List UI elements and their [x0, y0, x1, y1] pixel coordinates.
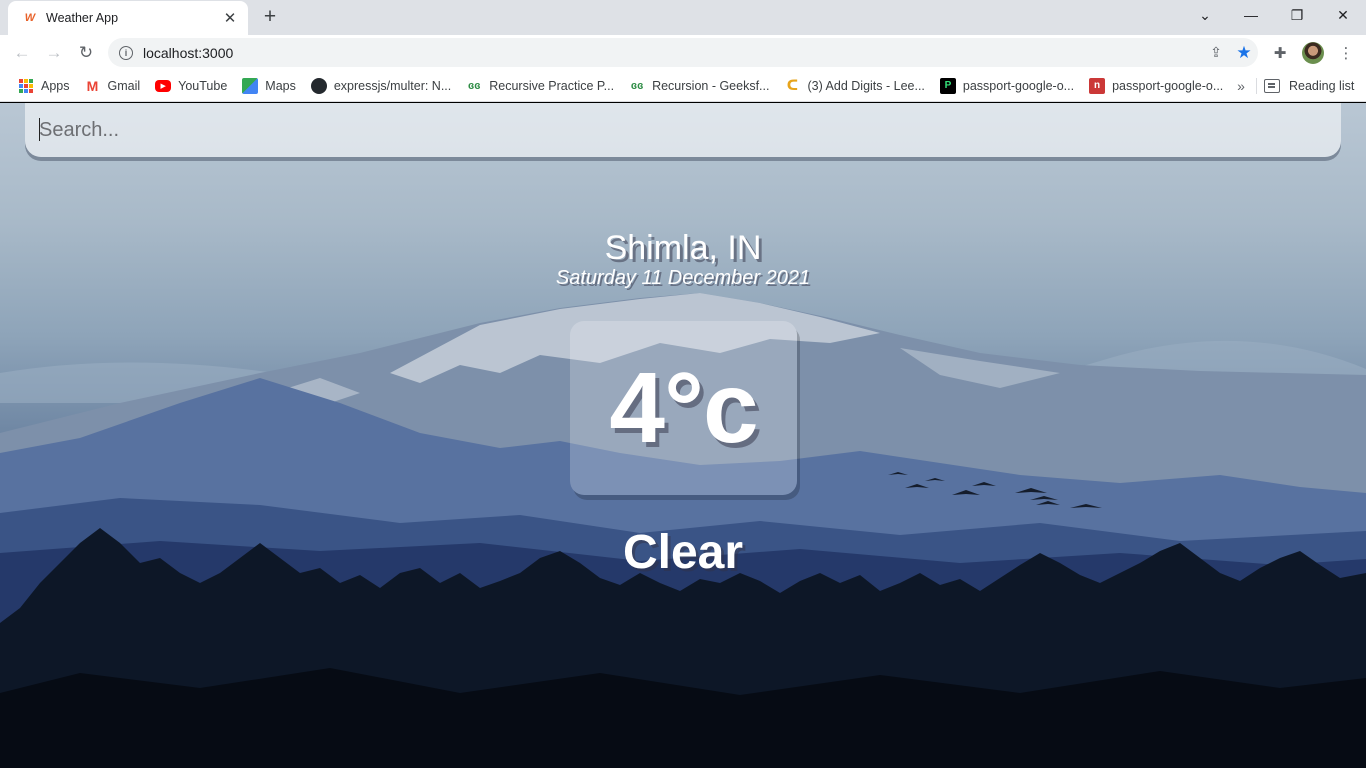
bookmarks-overflow-icon[interactable]: »: [1233, 74, 1249, 98]
extensions-puzzle-icon[interactable]: ✚: [1268, 41, 1292, 65]
bookmark-passport-1[interactable]: P passport-google-o...: [934, 74, 1080, 98]
text-caret: [39, 118, 40, 141]
restore-button[interactable]: ❐: [1274, 0, 1320, 30]
bookmark-recursive-practice[interactable]: ɞɞ Recursive Practice P...: [460, 74, 620, 98]
tab-strip: W Weather App ✕ + ⌄ — ❐ ✕: [0, 0, 1366, 35]
weather-condition: Clear: [622, 526, 744, 579]
maps-icon: [242, 77, 259, 94]
forward-arrow-icon[interactable]: →: [41, 40, 67, 66]
github-icon: [310, 77, 327, 94]
minimize-button[interactable]: —: [1228, 0, 1274, 30]
bookmark-star-icon[interactable]: ★: [1230, 39, 1258, 67]
temperature-value: 4°c: [609, 351, 758, 464]
window-close-button[interactable]: ✕: [1320, 0, 1366, 30]
youtube-icon: ▶: [155, 79, 172, 92]
divider: [1256, 78, 1257, 94]
bookmark-multer[interactable]: expressjs/multer: N...: [305, 74, 457, 98]
profile-avatar[interactable]: [1302, 42, 1324, 64]
reading-list-icon: [1264, 79, 1280, 93]
search-bar[interactable]: [25, 103, 1341, 157]
reading-list-button[interactable]: Reading list: [1264, 74, 1354, 98]
back-arrow-icon[interactable]: ←: [9, 40, 35, 66]
passport-icon: P: [939, 77, 956, 94]
kebab-menu-icon[interactable]: ⋮: [1334, 41, 1358, 65]
leetcode-icon: ᑕ: [786, 77, 799, 93]
close-icon[interactable]: ✕: [222, 10, 238, 27]
bookmark-add-digits[interactable]: ᑕ (3) Add Digits - Lee...: [778, 74, 930, 98]
date-text: Saturday 11 December 2021: [555, 267, 811, 289]
bookmark-apps[interactable]: Apps: [12, 74, 76, 98]
search-input[interactable]: [39, 118, 1341, 142]
new-tab-button[interactable]: +: [259, 5, 281, 28]
bookmark-youtube[interactable]: ▶ YouTube: [149, 74, 233, 98]
url-text: localhost:3000: [143, 44, 234, 61]
location-title: Shimla, IN: [604, 229, 762, 267]
browser-toolbar: ← → ↻ i localhost:3000 ⇪ ★ ✚ ⋮: [0, 35, 1366, 70]
geeksforgeeks-icon: ɞɞ: [468, 79, 481, 92]
gmail-icon: M: [86, 77, 99, 94]
share-icon[interactable]: ⇪: [1202, 39, 1230, 67]
weather-page: Shimla, IN Saturday 11 December 2021 4°c…: [0, 103, 1366, 768]
bookmark-passport-2[interactable]: n passport-google-o...: [1083, 74, 1229, 98]
npm-icon: n: [1089, 77, 1106, 94]
temperature-card: 4°c: [570, 321, 797, 495]
bookmarks-bar: Apps M Gmail ▶ YouTube Maps expressjs/mu…: [0, 70, 1366, 102]
apps-grid-icon: [18, 78, 34, 94]
weather-app-favicon-icon: W: [24, 12, 36, 24]
bookmark-recursion[interactable]: ɞɞ Recursion - Geeksf...: [623, 74, 775, 98]
geeksforgeeks-icon: ɞɞ: [630, 79, 644, 92]
bookmark-maps[interactable]: Maps: [236, 74, 302, 98]
bookmark-gmail[interactable]: M Gmail: [79, 74, 147, 98]
tab-weather-app[interactable]: W Weather App ✕: [8, 1, 248, 35]
tab-title: Weather App: [46, 11, 119, 25]
site-info-icon[interactable]: i: [119, 45, 133, 60]
tab-search-chevron-down-icon[interactable]: ⌄: [1182, 0, 1228, 30]
address-bar[interactable]: i localhost:3000 ⇪ ★: [108, 38, 1258, 67]
reload-icon[interactable]: ↻: [73, 40, 99, 66]
